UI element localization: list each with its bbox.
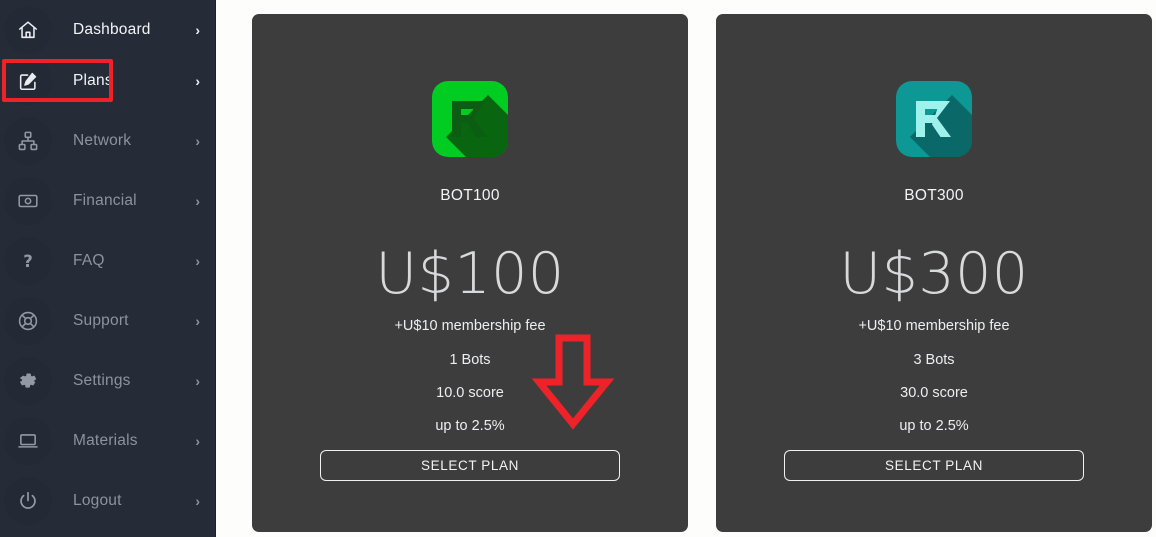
chevron-right-icon: › [195, 253, 200, 269]
plan-name: BOT300 [904, 187, 964, 204]
chevron-right-icon: › [195, 493, 200, 509]
sidebar-item-label: Support [73, 312, 129, 329]
plan-feature: 1 Bots [449, 352, 491, 368]
fx-logo-icon [432, 81, 508, 157]
chevron-right-icon: › [195, 193, 200, 209]
chevron-right-icon: › [195, 133, 200, 149]
edit-icon [4, 57, 52, 105]
sidebar-item-label: Network [73, 132, 132, 149]
sidebar-item-financial[interactable]: Financial › [0, 171, 216, 231]
plan-feature: up to 2.5% [899, 418, 969, 434]
sidebar-item-label: Dashboard [73, 21, 151, 38]
sidebar-item-faq[interactable]: ? FAQ › [0, 231, 216, 291]
plan-membership-fee: +U$10 membership fee [858, 318, 1010, 334]
plan-feature: 30.0 score [900, 385, 968, 401]
plan-feature: 10.0 score [436, 385, 504, 401]
plan-name: BOT100 [440, 187, 500, 204]
sidebar-item-support[interactable]: Support › [0, 291, 216, 351]
sidebar-item-label: Financial [73, 192, 137, 209]
plan-price: U$100 [375, 241, 565, 307]
sidebar-item-network[interactable]: Network › [0, 111, 216, 171]
fx-logo-icon [896, 81, 972, 157]
sidebar-item-plans[interactable]: Plans › [0, 51, 216, 111]
sidebar: Dashboard › Plans › Network › Financial … [0, 0, 216, 537]
home-icon [4, 6, 52, 54]
plan-card: BOT300 U$300 +U$10 membership fee 3 Bots… [716, 14, 1152, 532]
question-icon: ? [4, 237, 52, 285]
money-icon [4, 177, 52, 225]
plan-price: U$300 [839, 241, 1029, 307]
chevron-right-icon: › [195, 73, 200, 89]
chevron-right-icon: › [195, 373, 200, 389]
plan-feature: 3 Bots [913, 352, 955, 368]
plan-membership-fee: +U$10 membership fee [394, 318, 546, 334]
laptop-icon [4, 417, 52, 465]
sidebar-item-label: FAQ [73, 252, 105, 269]
plan-card: BOT100 U$100 +U$10 membership fee 1 Bots… [252, 14, 688, 532]
select-plan-button[interactable]: SELECT PLAN [320, 450, 620, 481]
network-icon [4, 117, 52, 165]
sidebar-item-materials[interactable]: Materials › [0, 411, 216, 471]
sidebar-item-label: Plans [73, 72, 113, 89]
plan-feature: up to 2.5% [435, 418, 505, 434]
chevron-right-icon: › [195, 313, 200, 329]
gear-icon [4, 357, 52, 405]
select-plan-button[interactable]: SELECT PLAN [784, 450, 1084, 481]
chevron-right-icon: › [195, 433, 200, 449]
sidebar-item-label: Settings [73, 372, 131, 389]
sidebar-item-label: Logout [73, 492, 122, 509]
lifebuoy-icon [4, 297, 52, 345]
chevron-right-icon: › [195, 22, 200, 38]
power-icon [4, 477, 52, 525]
svg-text:?: ? [23, 252, 33, 271]
sidebar-item-logout[interactable]: Logout › [0, 471, 216, 531]
sidebar-item-settings[interactable]: Settings › [0, 351, 216, 411]
sidebar-item-label: Materials [73, 432, 138, 449]
